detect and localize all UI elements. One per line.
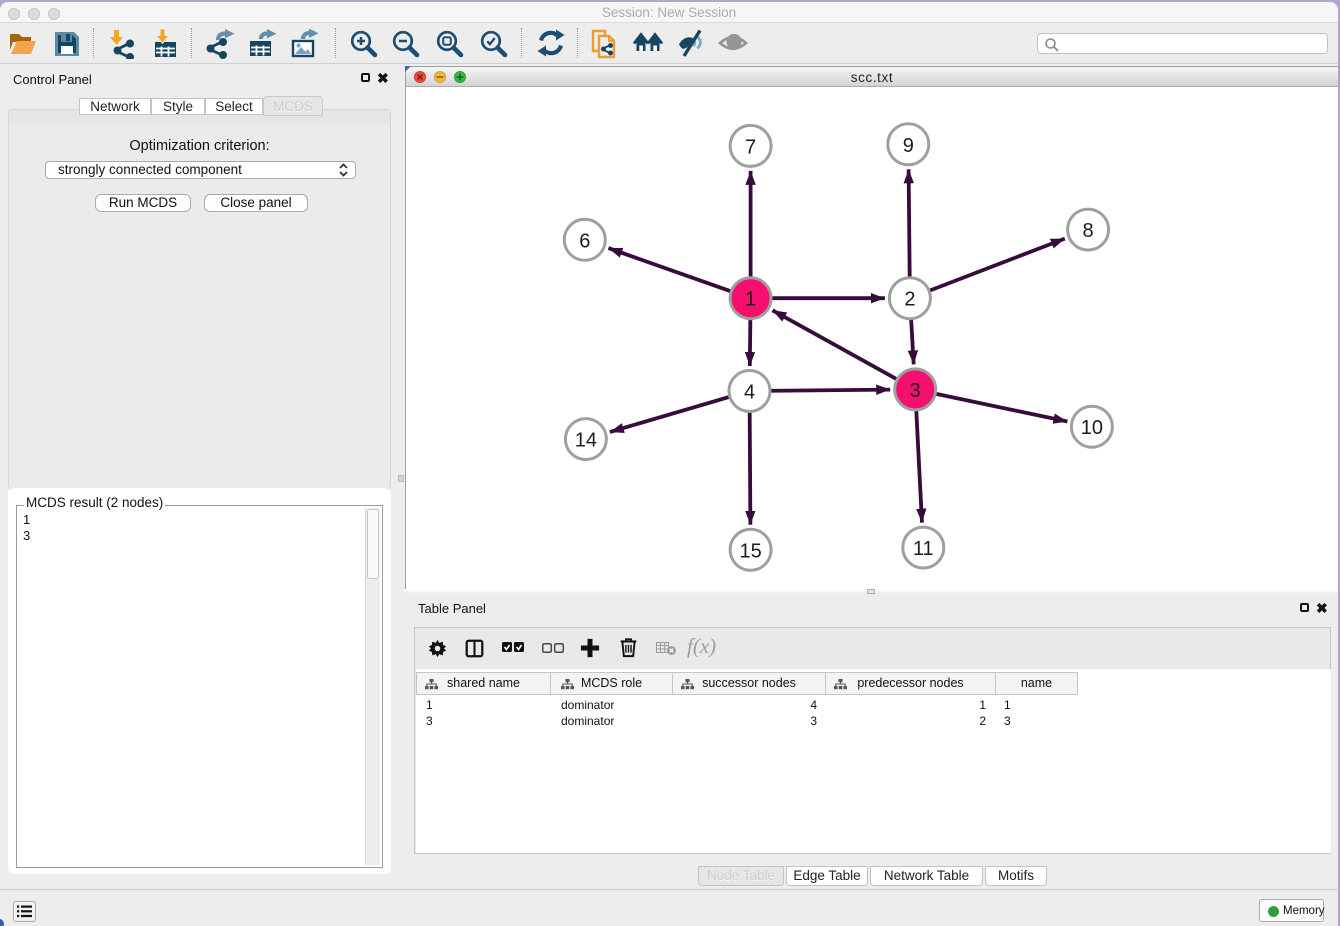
svg-text:9: 9 <box>903 135 914 157</box>
svg-text:15: 15 <box>739 540 761 562</box>
svg-text:11: 11 <box>913 538 934 560</box>
svg-text:3: 3 <box>910 380 921 402</box>
svg-text:6: 6 <box>579 230 590 252</box>
svg-text:1: 1 <box>745 289 756 311</box>
svg-text:8: 8 <box>1083 220 1094 242</box>
svg-text:14: 14 <box>575 430 597 452</box>
svg-text:4: 4 <box>744 382 755 404</box>
svg-text:2: 2 <box>904 289 915 311</box>
svg-text:10: 10 <box>1081 417 1103 439</box>
svg-text:7: 7 <box>745 136 756 158</box>
